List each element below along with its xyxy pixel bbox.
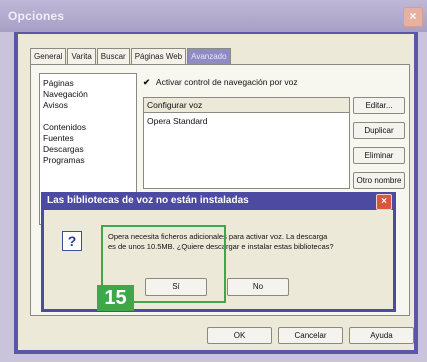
help-button[interactable]: Ayuda <box>349 327 414 344</box>
dialog-titlebar: Las bibliotecas de voz no están instalad… <box>41 192 396 210</box>
close-icon[interactable]: × <box>376 194 392 210</box>
dialog-title: Las bibliotecas de voz no están instalad… <box>47 195 249 206</box>
delete-button[interactable]: Eliminar <box>353 147 405 164</box>
voice-config-list: Configurar voz Opera Standard <box>143 97 350 189</box>
tab-general[interactable]: General <box>30 48 67 65</box>
voice-libraries-dialog: Las bibliotecas de voz no están instalad… <box>41 192 396 312</box>
options-window-backdrop: Opciones × General Varita Buscar Páginas… <box>0 0 427 362</box>
window-title: Opciones <box>8 9 65 23</box>
tab-varita[interactable]: Varita <box>67 48 96 65</box>
category-item-programas[interactable]: Programas <box>43 155 85 165</box>
category-item-contenidos[interactable]: Contenidos <box>43 122 86 132</box>
dialog-body: ? Opera necesita ficheros adicionales pa… <box>44 210 393 311</box>
tab-paginas-web[interactable]: Páginas Web <box>130 48 187 65</box>
other-name-button[interactable]: Otro nombre <box>353 172 405 189</box>
ok-button[interactable]: OK <box>207 327 272 344</box>
question-icon: ? <box>62 231 82 251</box>
tab-strip: General Varita Buscar Páginas Web Avanza… <box>30 48 232 65</box>
voice-control-checkbox[interactable]: ✔ Activar control de navegación por voz <box>143 77 298 88</box>
category-item-descargas[interactable]: Descargas <box>43 144 84 154</box>
voice-list-header: Configurar voz <box>144 98 349 113</box>
edit-button[interactable]: Editar... <box>353 97 405 114</box>
close-icon[interactable]: × <box>403 7 423 27</box>
duplicate-button[interactable]: Duplicar <box>353 122 405 139</box>
tab-avanzado[interactable]: Avanzado <box>187 48 231 65</box>
cancel-button[interactable]: Cancelar <box>278 327 343 344</box>
yes-button[interactable]: Sí <box>145 278 207 296</box>
voice-list-item[interactable]: Opera Standard <box>147 116 207 126</box>
options-window-titlebar: Opciones × <box>0 0 427 32</box>
no-button[interactable]: No <box>227 278 289 296</box>
category-item-paginas[interactable]: Páginas <box>43 78 74 88</box>
category-item-avisos[interactable]: Avisos <box>43 100 68 110</box>
category-item-fuentes[interactable]: Fuentes <box>43 133 74 143</box>
voice-control-label: Activar control de navegación por voz <box>155 77 298 87</box>
step-number-badge: 15 <box>97 285 134 311</box>
checkmark-icon: ✔ <box>143 77 151 87</box>
category-item-navegacion[interactable]: Navegación <box>43 89 88 99</box>
tab-buscar[interactable]: Buscar <box>96 48 130 65</box>
